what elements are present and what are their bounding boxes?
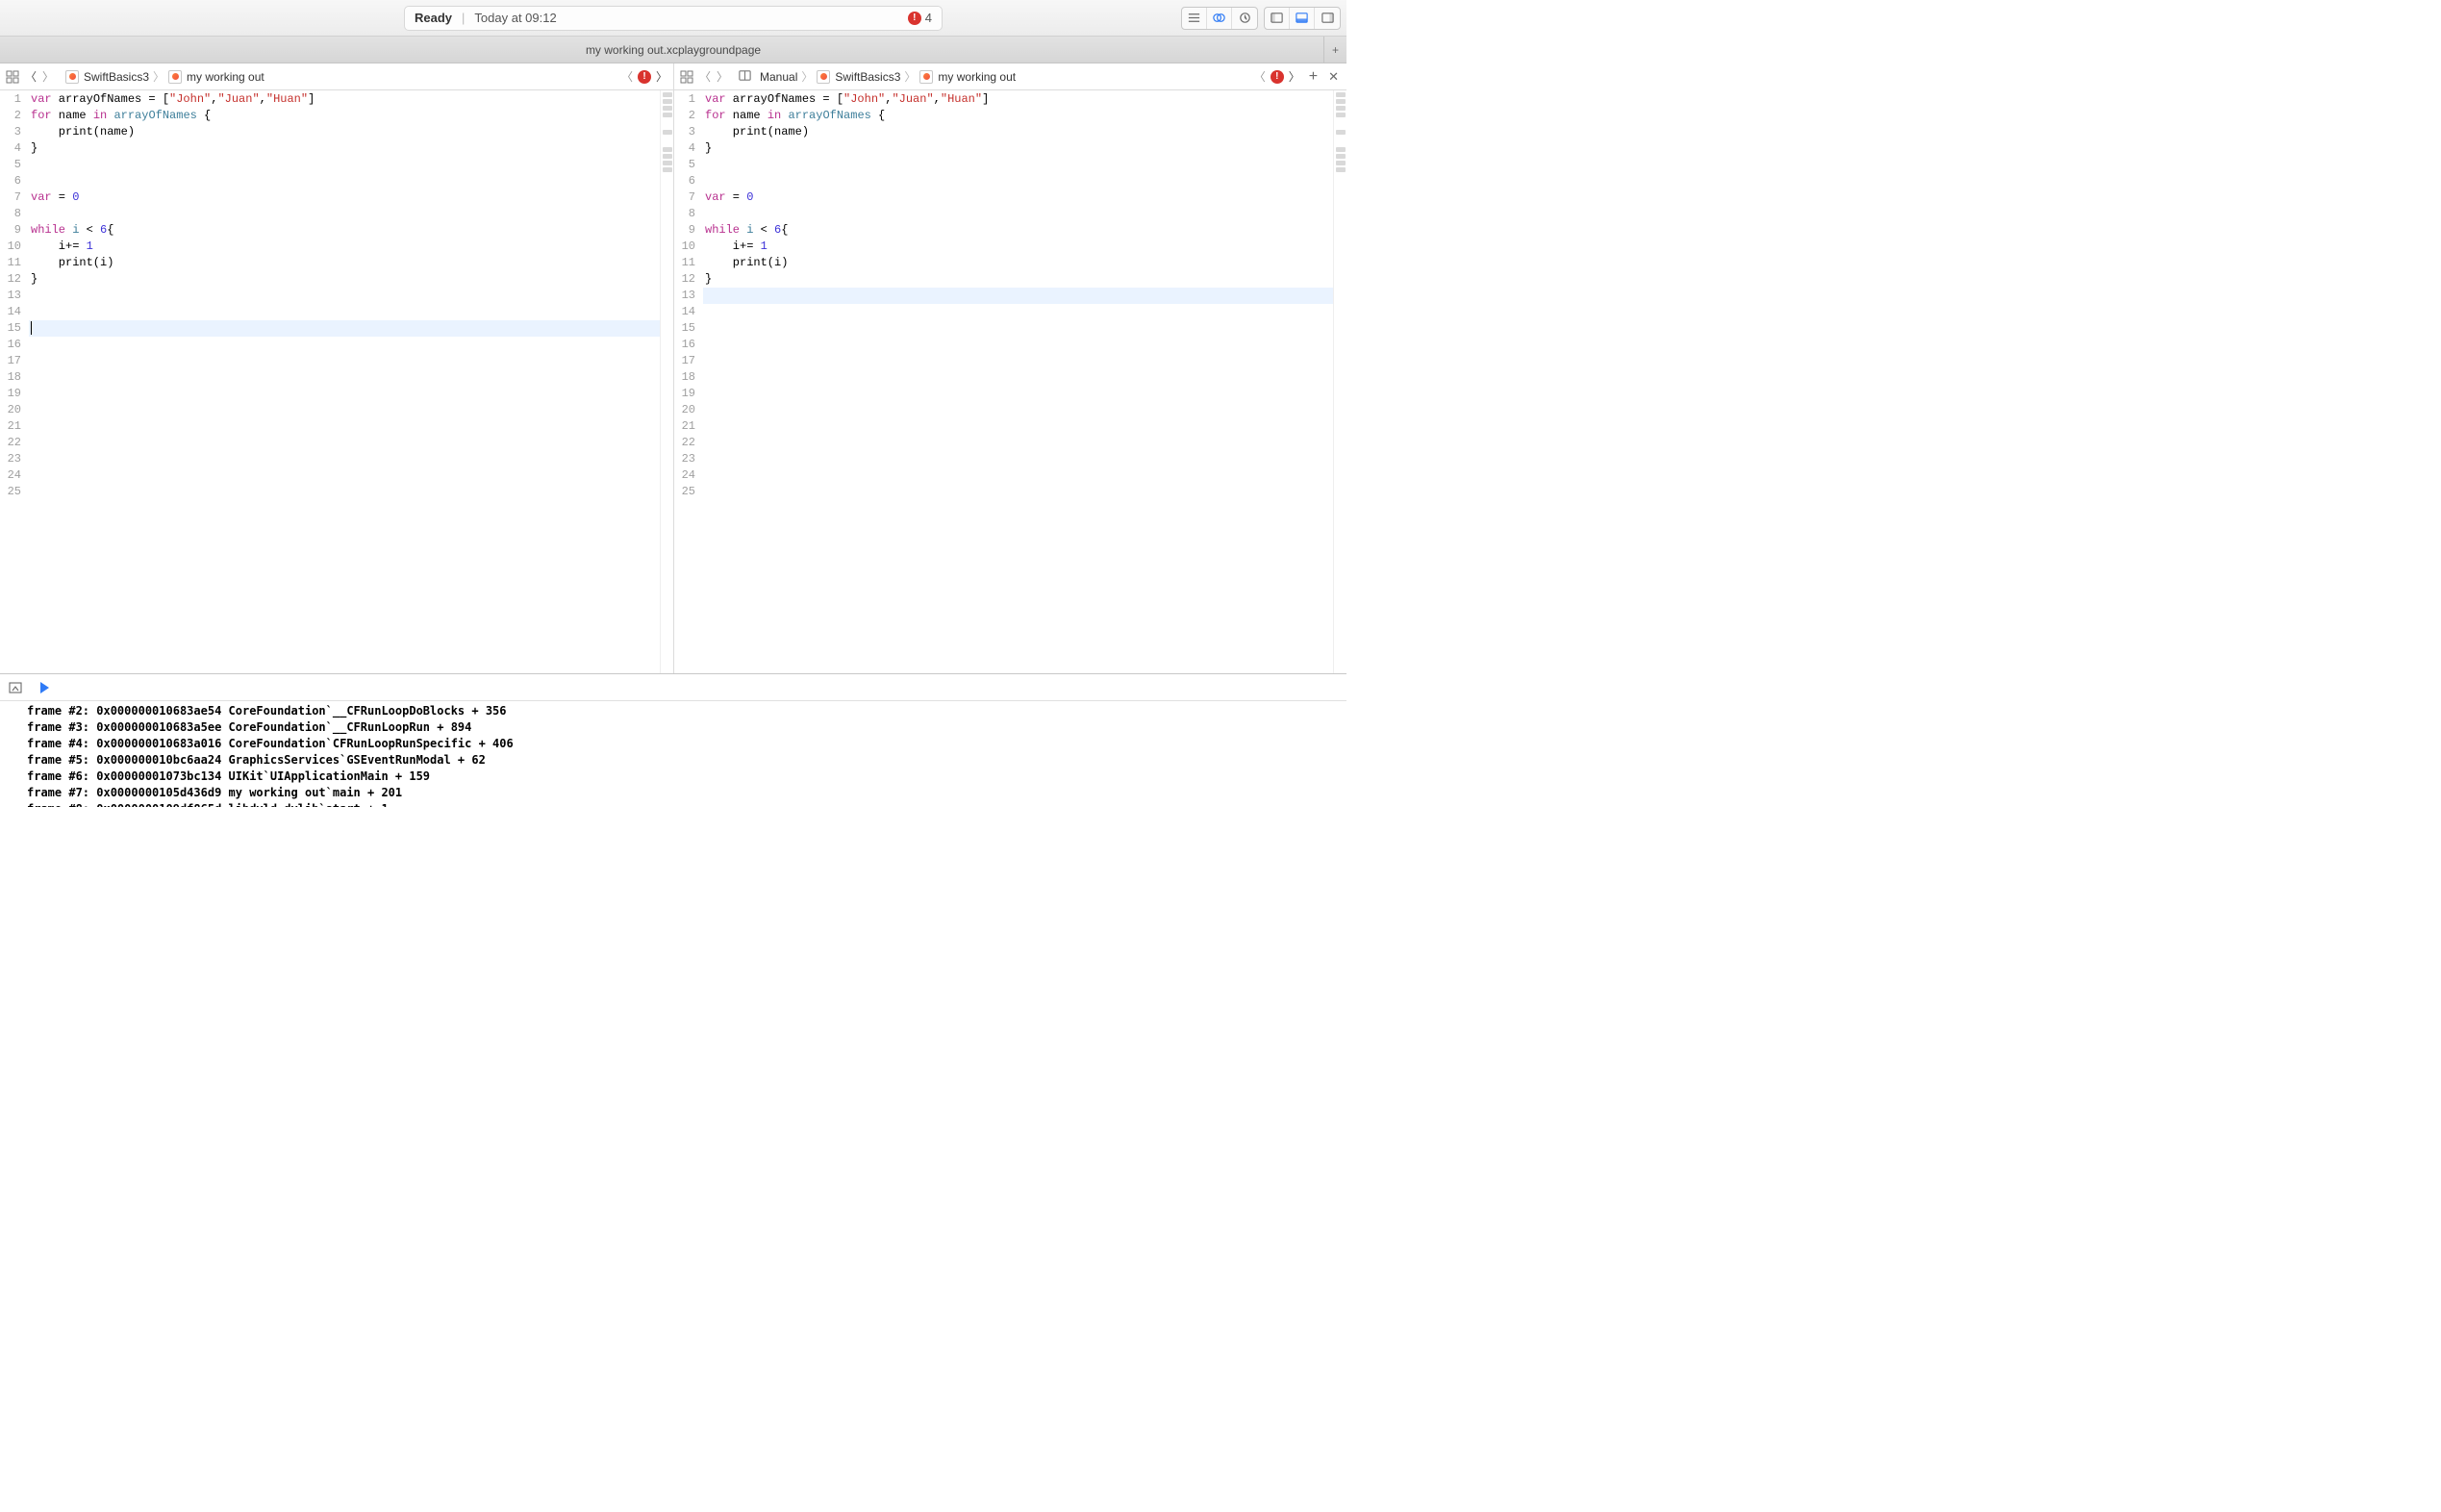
status-timestamp: Today at 09:12 [474, 11, 556, 25]
next-issue-button[interactable]: 〉 [654, 68, 669, 85]
chevron-right-icon: 〉 [151, 68, 166, 85]
related-items-icon[interactable] [4, 70, 21, 84]
assistant-mode[interactable]: Manual [760, 70, 797, 84]
add-assistant-button[interactable]: + [1305, 68, 1321, 86]
tab-title[interactable]: my working out.xcplaygroundpage [586, 43, 761, 57]
back-button[interactable]: 〈 [23, 68, 38, 85]
activity-status: Ready | Today at 09:12 ! 4 [404, 6, 943, 31]
toggle-utilities-icon[interactable] [1315, 8, 1340, 29]
swift-file-icon [168, 70, 182, 84]
editor-split: 〈 〉 SwiftBasics3 〉 my working out 〈 ! 〉 … [0, 63, 1346, 674]
breadcrumb-project[interactable]: SwiftBasics3 [835, 70, 900, 84]
error-icon: ! [908, 12, 921, 25]
line-gutter: 1234567891011121314151617181920212223242… [0, 90, 27, 673]
jump-bar-left: 〈 〉 SwiftBasics3 〉 my working out 〈 ! 〉 [0, 63, 673, 90]
debug-bar [0, 674, 1346, 701]
error-icon[interactable]: ! [638, 70, 651, 84]
breadcrumb-file[interactable]: my working out [938, 70, 1016, 84]
forward-button[interactable]: 〉 [715, 68, 730, 85]
code-editor-left[interactable]: 1234567891011121314151617181920212223242… [0, 90, 673, 673]
error-count: 4 [925, 11, 932, 25]
editor-options-icon[interactable] [1182, 8, 1207, 29]
assistant-editor-pane: 〈 〉 Manual 〉 SwiftBasics3 〉 my working o… [673, 63, 1346, 673]
toggle-console-icon[interactable] [6, 678, 25, 697]
swift-file-icon [817, 70, 830, 84]
toggle-navigator-icon[interactable] [1265, 8, 1290, 29]
toggle-debug-area-icon[interactable] [1290, 8, 1315, 29]
status-text: Ready [415, 11, 452, 25]
primary-editor-pane: 〈 〉 SwiftBasics3 〉 my working out 〈 ! 〉 … [0, 63, 673, 673]
swift-file-icon [919, 70, 933, 84]
counterparts-icon[interactable] [738, 68, 752, 86]
code-editor-right[interactable]: 1234567891011121314151617181920212223242… [674, 90, 1346, 673]
chevron-right-icon: 〉 [799, 68, 815, 85]
forward-button[interactable]: 〉 [40, 68, 56, 85]
jump-bar-right: 〈 〉 Manual 〉 SwiftBasics3 〉 my working o… [674, 63, 1346, 90]
chevron-right-icon: 〉 [902, 68, 918, 85]
next-issue-button[interactable]: 〉 [1287, 68, 1302, 85]
line-gutter: 1234567891011121314151617181920212223242… [674, 90, 701, 673]
version-editor-icon[interactable] [1232, 8, 1257, 29]
related-items-icon[interactable] [678, 70, 695, 84]
console-output[interactable]: frame #2: 0x000000010683ae54 CoreFoundat… [0, 701, 1346, 807]
minimap[interactable] [660, 90, 673, 673]
swift-file-icon [65, 70, 79, 84]
prev-issue-button[interactable]: 〈 [1252, 68, 1268, 85]
close-assistant-button[interactable]: ✕ [1324, 69, 1343, 85]
prev-issue-button[interactable]: 〈 [619, 68, 635, 85]
error-icon[interactable]: ! [1271, 70, 1284, 84]
tab-bar: my working out.xcplaygroundpage + [0, 37, 1346, 63]
back-button[interactable]: 〈 [697, 68, 713, 85]
breadcrumb-file[interactable]: my working out [187, 70, 264, 84]
issue-indicator[interactable]: ! 4 [908, 11, 932, 25]
run-playground-button[interactable] [35, 678, 54, 697]
assistant-editor-icon[interactable] [1207, 8, 1232, 29]
minimap[interactable] [1333, 90, 1346, 673]
new-tab-button[interactable]: + [1323, 37, 1346, 63]
breadcrumb-project[interactable]: SwiftBasics3 [84, 70, 149, 84]
toolbar-right-group [1181, 7, 1341, 30]
main-toolbar: Ready | Today at 09:12 ! 4 [0, 0, 1346, 37]
